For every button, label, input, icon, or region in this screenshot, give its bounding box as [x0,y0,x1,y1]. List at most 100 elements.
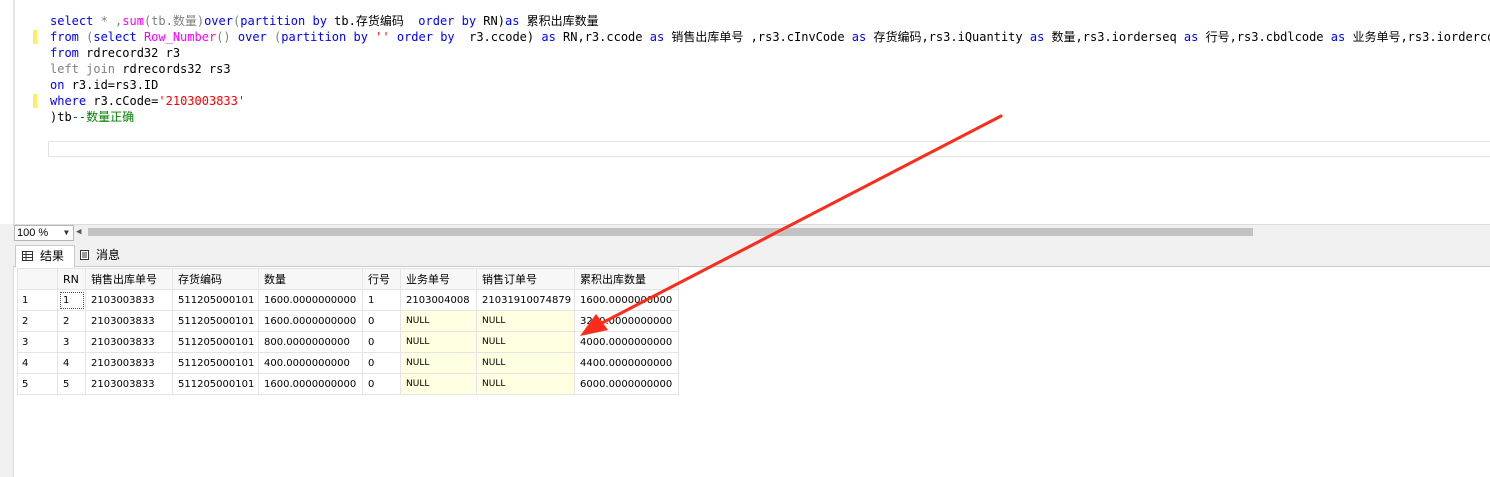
cell-inventory-code[interactable]: 511205000101 [172,289,259,311]
cell-line-no[interactable]: 0 [362,310,401,332]
cell-outbound-no[interactable]: 2103003833 [85,310,173,332]
code-token: rdrecord32 r3 [86,46,181,60]
code-token: (tb.数量) [143,14,205,28]
code-line[interactable]: )tb--数量正确 [50,109,134,125]
change-marker [33,94,37,108]
cell-outbound-no[interactable]: 2103003833 [85,331,173,353]
cell-inventory-code[interactable]: 511205000101 [172,310,259,332]
grid-header-quantity[interactable]: 数量 [258,268,363,290]
cell-line-no[interactable]: 0 [362,331,401,353]
cell-outbound-no[interactable]: 2103003833 [85,289,173,311]
cell-quantity[interactable]: 1600.0000000000 [258,310,363,332]
cell-rn[interactable]: 2 [57,310,86,332]
cell-sales-order-no[interactable]: NULL [476,310,575,332]
code-line[interactable]: left join rdrecords32 rs3 [50,61,231,77]
table-row[interactable]: 2 2 2103003833 511205000101 1600.0000000000 0… [17,310,679,332]
cell-outbound-no[interactable]: 2103003833 [85,373,173,395]
cell-business-no[interactable]: NULL [400,373,477,395]
code-token: '' [375,30,397,44]
cell-rn[interactable]: 3 [57,331,86,353]
tab-results-label: 结果 [40,249,65,263]
cell-rn[interactable]: 5 [57,373,86,395]
table-row[interactable]: 5 5 2103003833 511205000101 1600.0000000000 0… [17,373,679,395]
cell-business-no[interactable]: 2103004008 [400,289,477,311]
grid-header-line-no[interactable]: 行号 [362,268,401,290]
cell-line-no[interactable]: 0 [362,352,401,374]
table-row[interactable]: 3 3 2103003833 511205000101 800.0000000000 0 N… [17,331,679,353]
chevron-down-icon[interactable]: ▼ [64,225,69,241]
code-token: 销售出库单号 ,rs3.cInvCode [671,30,852,44]
code-token: from [50,46,87,60]
cell-row-number[interactable]: 5 [17,373,58,395]
cell-inventory-code[interactable]: 511205000101 [172,373,259,395]
grid-header-rn[interactable]: RN [57,268,86,290]
cell-sales-order-no[interactable]: NULL [476,373,575,395]
cell-inventory-code[interactable]: 511205000101 [172,331,259,353]
code-token: 存货编码,rs3.iQuantity [873,30,1030,44]
cell-line-no[interactable]: 1 [362,289,401,311]
query-editor[interactable]: select * ,sum(tb.数量)over(partition by tb… [0,0,1490,224]
cell-quantity[interactable]: 1600.0000000000 [258,289,363,311]
table-row[interactable]: 4 4 2103003833 511205000101 400.0000000000 0 N… [17,352,679,374]
cell-cumulative-qty[interactable]: 4400.0000000000 [574,352,679,374]
code-token: r3.ccode) [469,30,542,44]
code-token: order by [418,14,484,28]
code-line[interactable]: from (select Row_Number() over (partitio… [50,29,1490,45]
grid-header-outbound-no[interactable]: 销售出库单号 [85,268,173,290]
cell-outbound-no[interactable]: 2103003833 [85,352,173,374]
grid-header-sales-order-no[interactable]: 销售订单号 [476,268,575,290]
code-token: partition by [240,14,335,28]
cell-line-no[interactable]: 0 [362,373,401,395]
code-token: select [50,14,101,28]
cell-quantity[interactable]: 400.0000000000 [258,352,363,374]
code-token: 累积出库数量 [526,14,599,28]
grid-header-business-no[interactable]: 业务单号 [400,268,477,290]
message-icon [80,250,89,260]
results-tab-bar [13,242,1490,267]
cell-cumulative-qty[interactable]: 1600.0000000000 [574,289,679,311]
cell-row-number[interactable]: 3 [17,331,58,353]
cell-cumulative-qty[interactable]: 3200.0000000000 [574,310,679,332]
cell-inventory-code[interactable]: 511205000101 [172,352,259,374]
results-grid[interactable]: RN 销售出库单号 存货编码 数量 行号 业务单号 销售订单号 累积出库数量 1… [17,268,679,395]
cell-sales-order-no[interactable]: NULL [476,352,575,374]
tab-messages[interactable]: 消息 [76,245,130,266]
scroll-left-icon[interactable]: ◀ [76,225,81,240]
code-line[interactable]: select * ,sum(tb.数量)over(partition by tb… [50,13,599,29]
cell-sales-order-no[interactable]: NULL [476,331,575,353]
horizontal-scrollbar-thumb[interactable] [88,228,1253,236]
code-line[interactable]: where r3.cCode='2103003833' [50,93,245,109]
cell-business-no[interactable]: NULL [400,352,477,374]
code-token: Row_Number [143,30,217,44]
code-token: as [1330,30,1353,44]
code-line[interactable]: on r3.id=rs3.ID [50,77,158,93]
cell-row-number[interactable]: 1 [17,289,58,311]
code-token: () [216,30,238,44]
cell-quantity[interactable]: 1600.0000000000 [258,373,363,395]
code-token: as [649,30,672,44]
grid-header-row: RN 销售出库单号 存货编码 数量 行号 业务单号 销售订单号 累积出库数量 [17,268,679,290]
cell-row-number[interactable]: 2 [17,310,58,332]
code-token: over [204,14,233,28]
code-token: RN,r3.ccode [563,30,650,44]
cell-rn[interactable]: 4 [57,352,86,374]
table-row[interactable]: 1 1 2103003833 511205000101 1600.0000000000 1… [17,289,679,311]
cell-business-no[interactable]: NULL [400,310,477,332]
cell-rn[interactable]: 1 [57,289,86,311]
cell-cumulative-qty[interactable]: 4000.0000000000 [574,331,679,353]
editor-margin-line [13,0,15,224]
code-token: order by [396,30,470,44]
cell-business-no[interactable]: NULL [400,331,477,353]
cell-row-number[interactable]: 4 [17,352,58,374]
grid-header-inventory-code[interactable]: 存货编码 [172,268,259,290]
code-token: select [93,30,144,44]
code-line[interactable]: from rdrecord32 r3 [50,45,180,61]
tab-results[interactable]: 结果 [15,245,75,268]
grid-header-cumulative-qty[interactable]: 累积出库数量 [574,268,679,290]
code-token: 业务单号,rs3.iorderco [1352,30,1490,44]
cell-sales-order-no[interactable]: 21031910074879 [476,289,575,311]
cell-cumulative-qty[interactable]: 6000.0000000000 [574,373,679,395]
code-token: tb.存货编码 [334,14,419,28]
cell-quantity[interactable]: 800.0000000000 [258,331,363,353]
grid-header-corner[interactable] [17,268,58,290]
